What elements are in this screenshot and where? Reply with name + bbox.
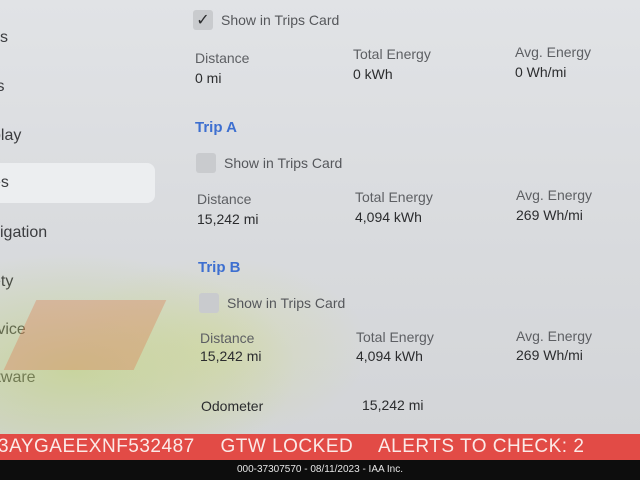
current-avg-value: 0 Wh/mi (515, 64, 567, 80)
trip-a-show-in-trips-row[interactable]: Show in Trips Card (196, 153, 342, 173)
trip-b-distance-label: Distance (200, 330, 255, 346)
current-energy-label: Total Energy (353, 46, 431, 62)
trip-a-title: Trip A (195, 119, 237, 136)
sidebar-item-locks[interactable]: ks (0, 18, 155, 58)
sidebar-item-display[interactable]: play (0, 116, 155, 156)
current-avg-label: Avg. Energy (515, 44, 592, 60)
trip-a-energy-label: Total Energy (355, 189, 433, 205)
trip-a-show-in-trips-label: Show in Trips Card (224, 155, 343, 171)
trip-b-avg-value: 269 Wh/mi (516, 347, 583, 363)
alert-status-bar: 3AYGAEEXNF532487 GTW LOCKED ALERTS TO CH… (0, 434, 640, 460)
sidebar-item-label: play (0, 127, 22, 144)
trip-a-avg-value: 269 Wh/mi (516, 207, 583, 223)
current-show-in-trips-checkbox[interactable]: ✓ (193, 10, 213, 30)
alerts-count-text: ALERTS TO CHECK: 2 (377, 436, 585, 457)
sidebar-item-trips[interactable]: es (0, 163, 155, 203)
odometer-label: Odometer (201, 398, 264, 414)
trip-a-avg-label: Avg. Energy (516, 187, 593, 203)
trip-b-show-in-trips-checkbox[interactable] (199, 293, 219, 313)
current-energy-value: 0 kWh (353, 66, 393, 82)
trip-b-avg-label: Avg. Energy (516, 328, 593, 344)
sidebar-item-navigation[interactable]: vigation (0, 213, 155, 253)
odometer-value: 15,242 mi (362, 397, 424, 413)
trip-a-energy-value: 4,094 kWh (355, 209, 422, 225)
trip-b-show-in-trips-label: Show in Trips Card (227, 295, 346, 311)
trip-a-show-in-trips-checkbox[interactable] (196, 153, 216, 173)
sidebar-item-label: ks (0, 29, 8, 46)
lock-status-text: GTW LOCKED (220, 436, 354, 457)
sidebar-item-label: ety (0, 273, 14, 290)
checkmark-icon: ✓ (196, 12, 210, 29)
sidebar-item-label: ts (0, 78, 5, 95)
current-distance-value: 0 mi (195, 70, 222, 86)
settings-screen: ks ts play es vigation ety rvice ftware … (0, 0, 640, 434)
sidebar-item-label: ftware (0, 369, 36, 386)
sidebar-item-label: es (0, 174, 9, 191)
trip-b-title: Trip B (198, 259, 241, 276)
image-footer: 000-37307570 - 08/11/2023 - IAA Inc. (0, 460, 640, 480)
trip-b-show-in-trips-row[interactable]: Show in Trips Card (199, 293, 345, 313)
current-show-in-trips-label: Show in Trips Card (221, 12, 340, 28)
footer-text: 000-37307570 - 08/11/2023 - IAA Inc. (236, 464, 404, 475)
sidebar-item-label: vigation (0, 224, 48, 241)
trip-a-distance-value: 15,242 mi (197, 211, 259, 227)
vin-text: 3AYGAEEXNF532487 (0, 436, 195, 457)
trips-panel: ✓ Show in Trips Card Distance 0 mi Total… (185, 0, 640, 434)
trip-b-energy-value: 4,094 kWh (356, 348, 423, 364)
trip-b-energy-label: Total Energy (356, 329, 434, 345)
current-distance-label: Distance (195, 50, 250, 66)
sidebar-item-safety[interactable]: ety (0, 262, 155, 302)
sidebar-item-lights[interactable]: ts (0, 67, 155, 107)
trip-a-distance-label: Distance (197, 191, 252, 207)
trip-b-distance-value: 15,242 mi (200, 348, 262, 364)
current-show-in-trips-row[interactable]: ✓ Show in Trips Card (193, 10, 339, 30)
